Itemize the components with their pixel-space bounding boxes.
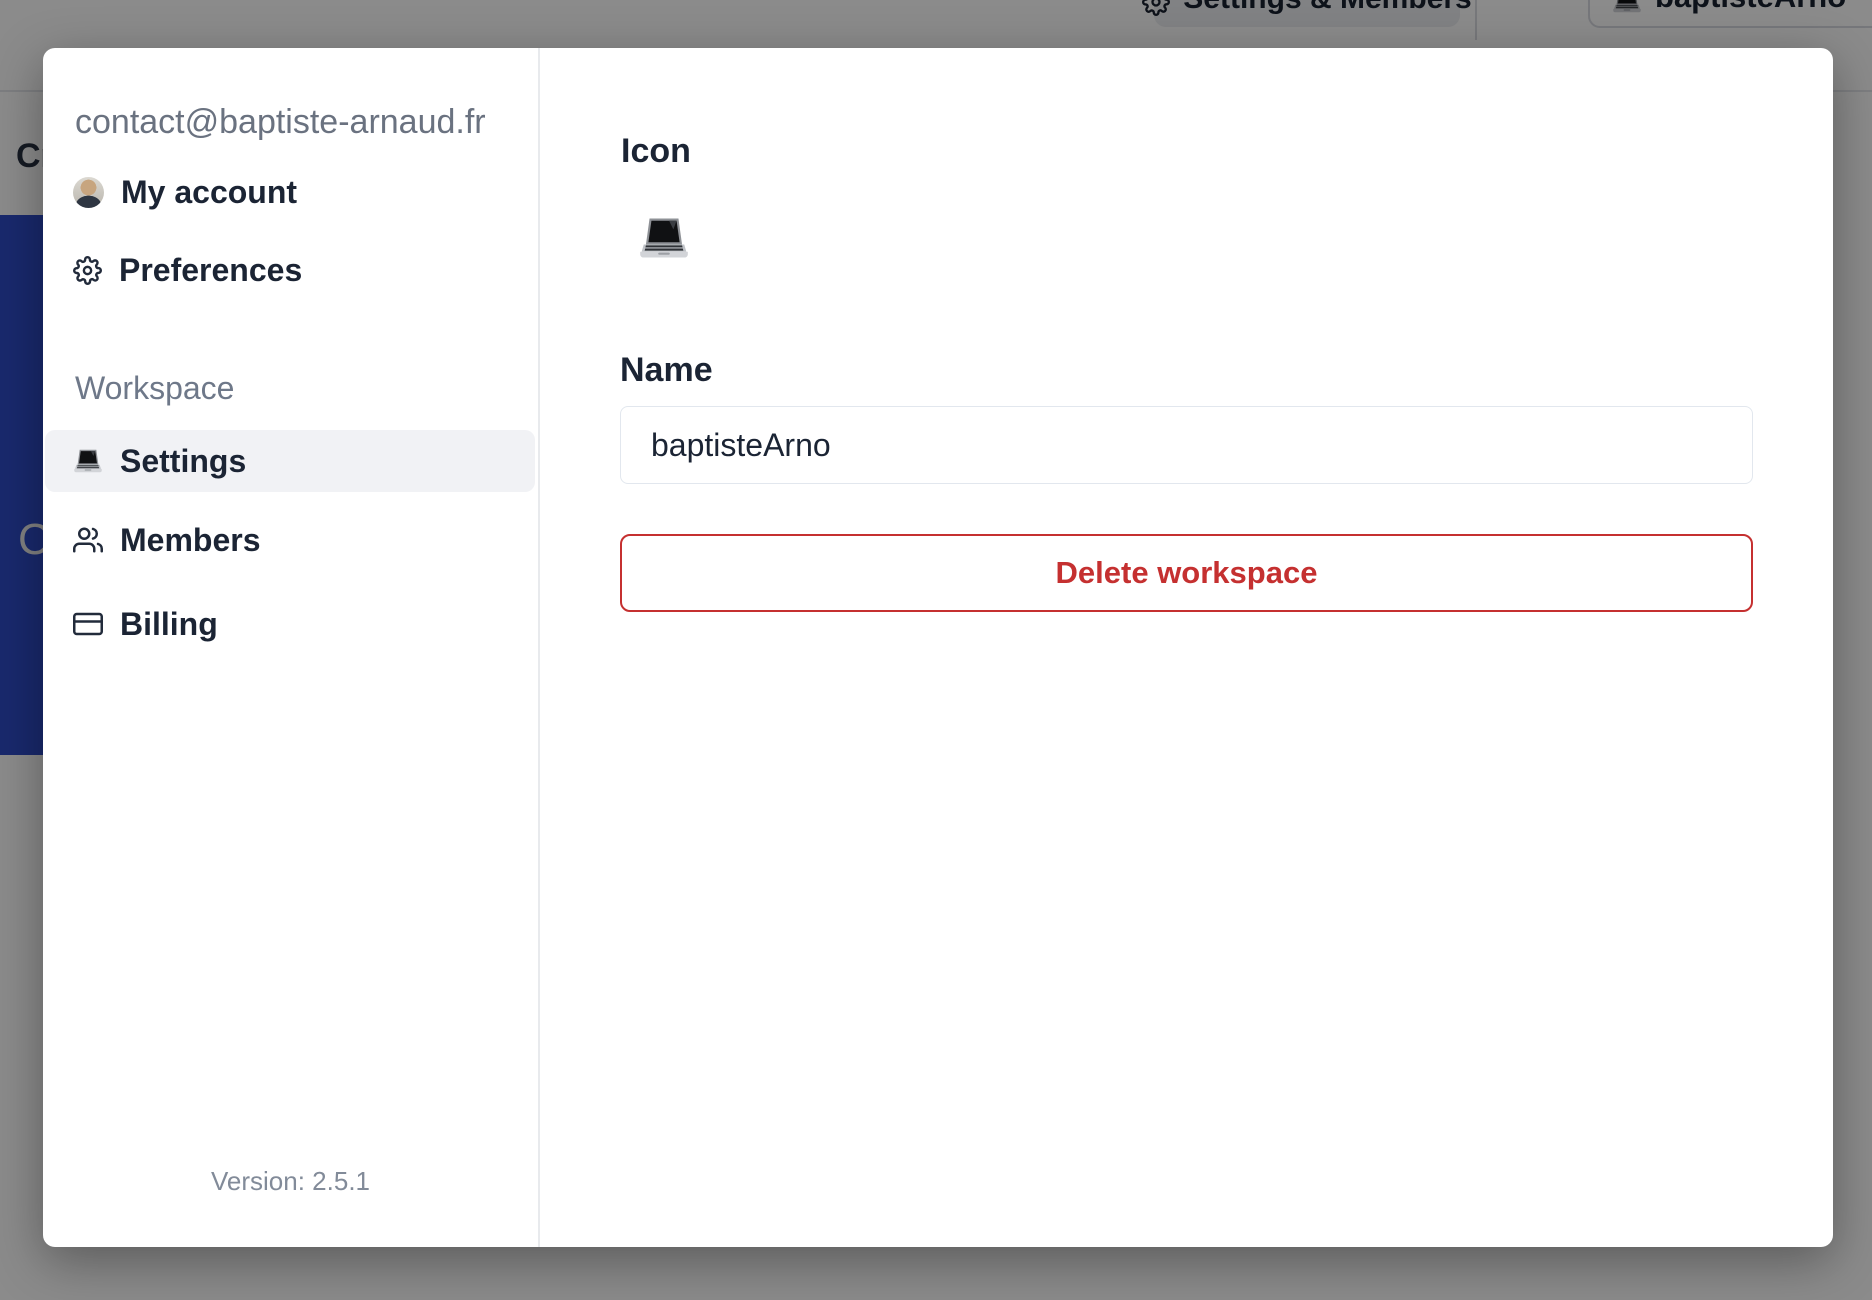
my-account-label: My account (121, 173, 298, 210)
sidebar-item-settings[interactable]: Settings (45, 430, 535, 492)
sidebar-item-my-account[interactable]: My account (73, 174, 297, 210)
preferences-label: Preferences (119, 251, 303, 288)
workspace-section-title: Workspace (75, 370, 235, 406)
sidebar-item-members[interactable]: Members (73, 522, 261, 558)
modal-sidebar: contact@baptiste-arnaud.fr My account Pr… (43, 48, 540, 1247)
workspace-name-input[interactable] (620, 406, 1753, 484)
users-icon (73, 525, 103, 555)
billing-label: Billing (120, 605, 218, 642)
laptop-icon (73, 447, 103, 475)
delete-workspace-button[interactable]: Delete workspace (620, 534, 1753, 612)
gear-icon (73, 255, 102, 285)
credit-card-icon (73, 609, 103, 639)
account-email: contact@baptiste-arnaud.fr (75, 103, 486, 141)
workspace-settings-modal: contact@baptiste-arnaud.fr My account Pr… (43, 48, 1833, 1247)
name-heading: Name (620, 351, 713, 389)
sidebar-item-preferences[interactable]: Preferences (73, 252, 302, 288)
settings-label: Settings (120, 442, 247, 479)
laptop-icon (638, 215, 690, 261)
sidebar-item-billing[interactable]: Billing (73, 606, 218, 642)
user-avatar (73, 176, 104, 208)
workspace-icon-button[interactable] (638, 215, 690, 266)
version-text: Version: 2.5.1 (211, 1166, 370, 1196)
icon-heading: Icon (621, 132, 691, 170)
modal-content: Icon Name Delete workspace (540, 48, 1833, 1247)
members-label: Members (120, 521, 261, 558)
